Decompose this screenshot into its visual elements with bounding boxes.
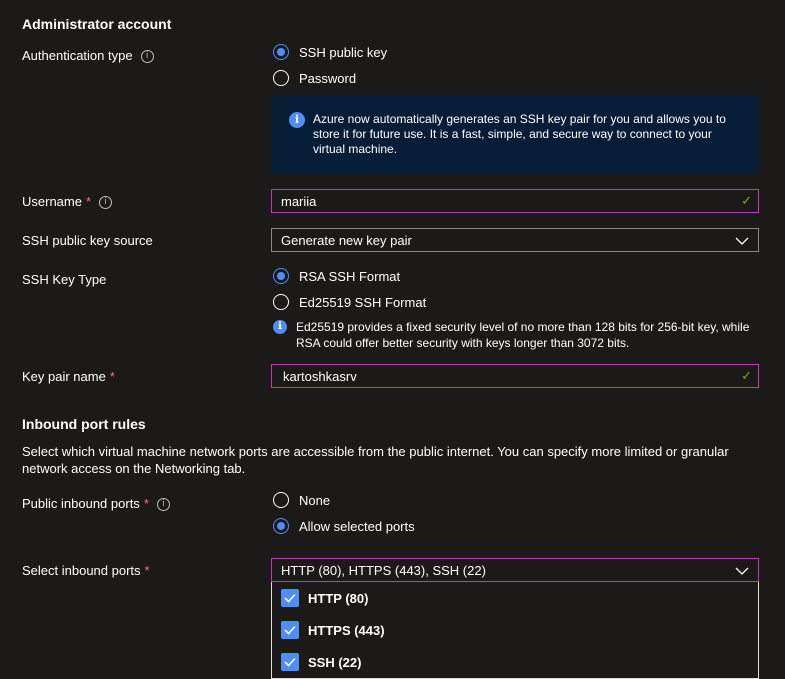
port-option-label: HTTP (80) (308, 591, 369, 606)
key-source-value: Generate new key pair (281, 233, 412, 248)
port-option-https[interactable]: HTTPS (443) (272, 614, 758, 646)
radio-allow-selected-label[interactable]: Allow selected ports (299, 519, 415, 534)
key-source-label: SSH public key source (22, 233, 153, 248)
key-pair-label: Key pair name (22, 369, 106, 384)
radio-none-label[interactable]: None (299, 493, 330, 508)
public-ports-label-row: Public inbound ports * i (22, 496, 170, 512)
username-input[interactable]: mariia ✓ (271, 189, 759, 213)
ssh-info-text: Azure now automatically generates an SSH… (313, 112, 726, 156)
ssh-info-box: i Azure now automatically generates an S… (271, 95, 759, 174)
radio-rsa[interactable] (273, 268, 289, 284)
checkbox-checked-icon[interactable] (281, 621, 299, 639)
key-type-label: SSH Key Type (22, 272, 107, 287)
info-icon[interactable]: i (140, 50, 154, 64)
checkbox-checked-icon[interactable] (281, 589, 299, 607)
auth-type-label-row: Authentication type i (22, 48, 154, 64)
port-option-ssh[interactable]: SSH (22) (272, 646, 758, 678)
select-ports-label-row: Select inbound ports * (22, 563, 150, 578)
required-asterisk: * (143, 496, 149, 511)
auth-type-label: Authentication type (22, 48, 133, 63)
info-icon[interactable]: i (156, 498, 170, 512)
ports-listbox: HTTP (80) HTTPS (443) SSH (22) (271, 582, 759, 679)
radio-ssh-public-key-label[interactable]: SSH public key (299, 45, 387, 60)
key-pair-input[interactable]: kartoshkasrv ✓ (271, 364, 759, 388)
port-option-label: SSH (22) (308, 655, 362, 670)
port-option-http[interactable]: HTTP (80) (272, 582, 758, 614)
key-pair-value: kartoshkasrv (283, 369, 357, 384)
required-asterisk: * (85, 194, 92, 209)
info-icon[interactable]: i (99, 196, 113, 210)
key-type-info-text: Ed25519 provides a fixed security level … (296, 320, 750, 350)
select-ports-value: HTTP (80), HTTPS (443), SSH (22) (281, 563, 486, 578)
key-source-dropdown[interactable]: Generate new key pair (271, 228, 759, 252)
select-ports-label: Select inbound ports (22, 563, 141, 578)
radio-ed25519[interactable] (273, 294, 289, 310)
key-pair-label-row: Key pair name * (22, 369, 115, 384)
checkmark-icon: ✓ (741, 368, 752, 383)
port-option-label: HTTPS (443) (308, 623, 385, 638)
select-ports-dropdown[interactable]: HTTP (80), HTTPS (443), SSH (22) (271, 558, 759, 582)
radio-rsa-label[interactable]: RSA SSH Format (299, 269, 400, 284)
admin-section-title: Administrator account (22, 16, 172, 32)
info-icon: i (273, 320, 287, 334)
public-ports-label: Public inbound ports (22, 496, 140, 511)
checkmark-icon: ✓ (741, 193, 752, 208)
username-label: Username (22, 194, 82, 209)
radio-ed25519-label[interactable]: Ed25519 SSH Format (299, 295, 426, 310)
radio-allow-selected[interactable] (273, 518, 289, 534)
username-value: mariia (281, 194, 317, 209)
radio-none[interactable] (273, 492, 289, 508)
checkbox-checked-icon[interactable] (281, 653, 299, 671)
chevron-down-icon (735, 237, 749, 245)
radio-ssh-public-key[interactable] (273, 44, 289, 60)
info-icon: i (289, 112, 305, 128)
required-asterisk: * (144, 563, 150, 578)
radio-password-label[interactable]: Password (299, 71, 356, 86)
chevron-down-icon (735, 567, 749, 575)
username-label-row: Username * i (22, 194, 113, 210)
inbound-section-title: Inbound port rules (22, 416, 146, 432)
radio-password[interactable] (273, 70, 289, 86)
required-asterisk: * (109, 369, 115, 384)
inbound-description: Select which virtual machine network por… (22, 444, 729, 476)
